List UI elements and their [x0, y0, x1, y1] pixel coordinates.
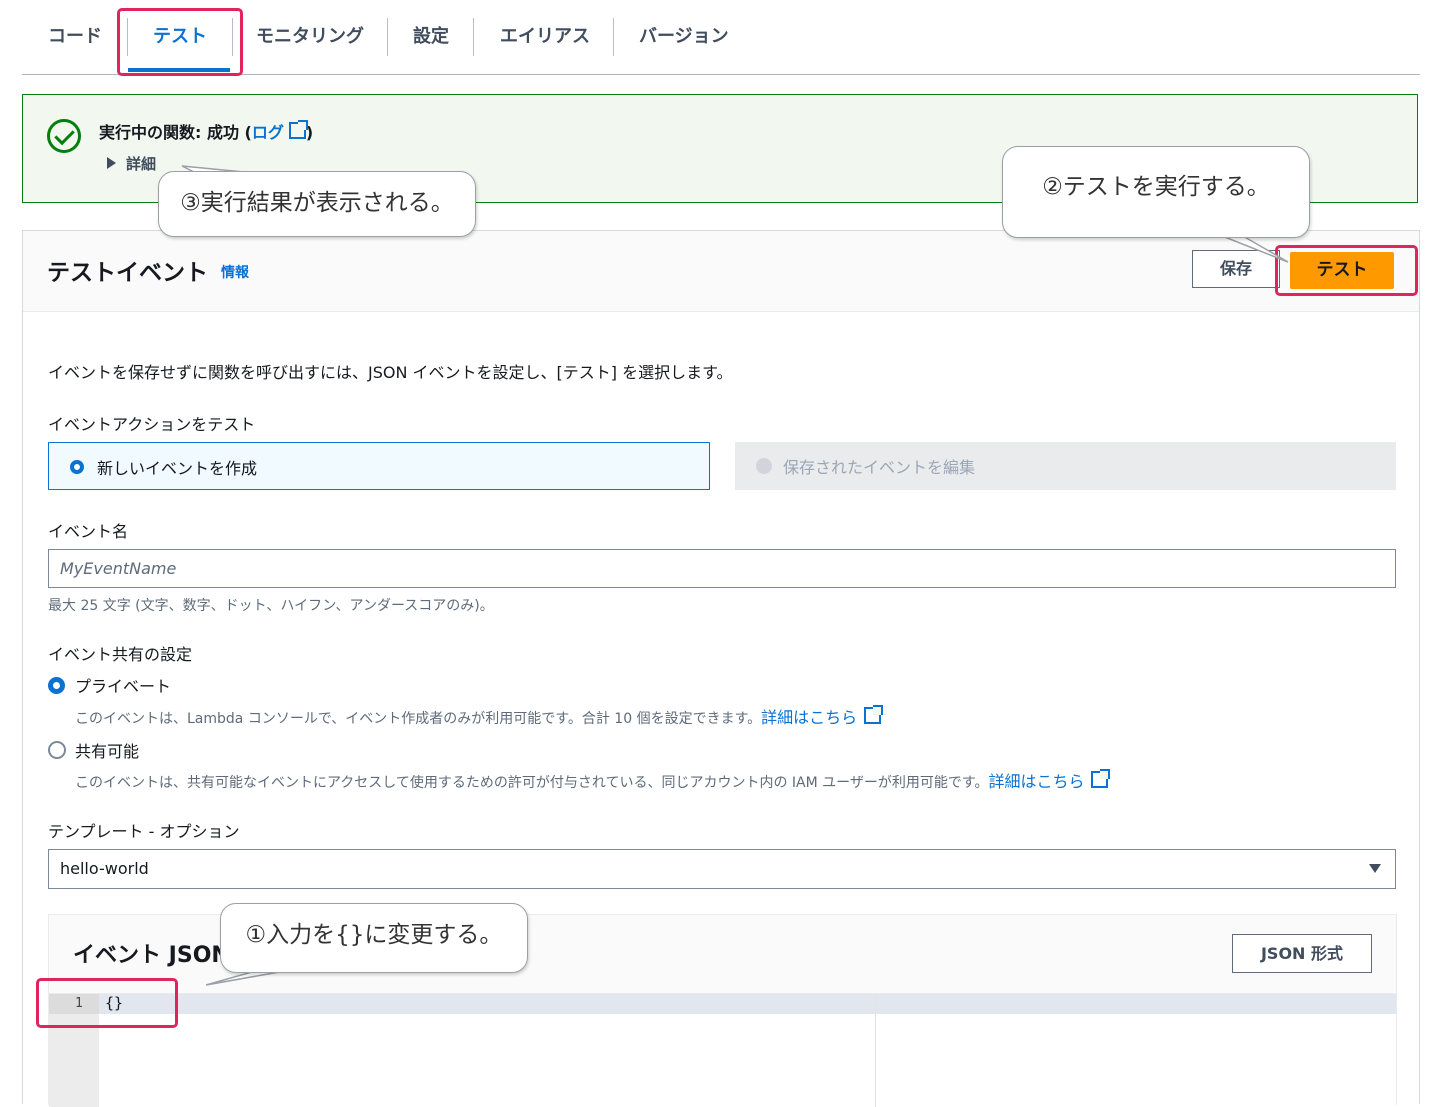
callout-step2: ②テストを実行する。: [1002, 146, 1310, 238]
callout-step1: ①入力を{}に変更する。: [220, 903, 528, 973]
callout-step3: ③実行結果が表示される。: [158, 171, 476, 237]
